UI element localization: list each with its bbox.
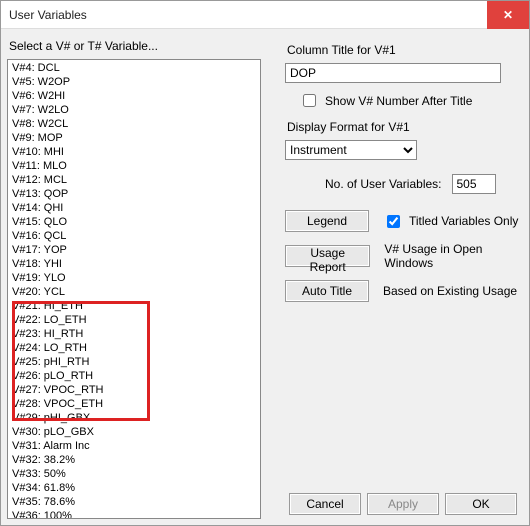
list-item[interactable]: V#14: QHI bbox=[8, 201, 260, 215]
list-item[interactable]: V#23: HI_RTH bbox=[8, 327, 260, 341]
list-item[interactable]: V#36: 100% bbox=[8, 509, 260, 519]
list-item[interactable]: V#12: MCL bbox=[8, 173, 260, 187]
list-item[interactable]: V#19: YLO bbox=[8, 271, 260, 285]
list-item[interactable]: V#28: VPOC_ETH bbox=[8, 397, 260, 411]
list-item[interactable]: V#24: LO_RTH bbox=[8, 341, 260, 355]
right-pane: Column Title for V#1 Show V# Number Afte… bbox=[267, 35, 523, 519]
list-item[interactable]: V#4: DCL bbox=[8, 61, 260, 75]
usage-report-desc: V# Usage in Open Windows bbox=[384, 242, 521, 270]
list-item[interactable]: V#33: 50% bbox=[8, 467, 260, 481]
show-number-label: Show V# Number After Title bbox=[325, 94, 472, 108]
list-item[interactable]: V#20: YCL bbox=[8, 285, 260, 299]
list-item[interactable]: V#18: YHI bbox=[8, 257, 260, 271]
window-title: User Variables bbox=[9, 8, 487, 22]
list-item[interactable]: V#9: MOP bbox=[8, 131, 260, 145]
variable-select-label: Select a V# or T# Variable... bbox=[9, 39, 261, 53]
list-item[interactable]: V#13: QOP bbox=[8, 187, 260, 201]
list-item[interactable]: V#16: QCL bbox=[8, 229, 260, 243]
list-item[interactable]: V#35: 78.6% bbox=[8, 495, 260, 509]
list-item[interactable]: V#5: W2OP bbox=[8, 75, 260, 89]
numvars-input[interactable] bbox=[452, 174, 496, 194]
list-item[interactable]: V#17: YOP bbox=[8, 243, 260, 257]
auto-title-desc: Based on Existing Usage bbox=[383, 284, 517, 298]
numvars-label: No. of User Variables: bbox=[325, 177, 442, 191]
auto-title-button[interactable]: Auto Title bbox=[285, 280, 369, 302]
list-item[interactable]: V#32: 38.2% bbox=[8, 453, 260, 467]
list-item[interactable]: V#27: VPOC_RTH bbox=[8, 383, 260, 397]
close-icon: ✕ bbox=[503, 8, 513, 22]
list-item[interactable]: V#26: pLO_RTH bbox=[8, 369, 260, 383]
list-item[interactable]: V#15: QLO bbox=[8, 215, 260, 229]
list-item[interactable]: V#29: pHI_GBX bbox=[8, 411, 260, 425]
column-title-input[interactable] bbox=[285, 63, 501, 83]
list-item[interactable]: V#31: Alarm Inc bbox=[8, 439, 260, 453]
list-item[interactable]: V#6: W2HI bbox=[8, 89, 260, 103]
content-area: Select a V# or T# Variable... V#4: DCLV#… bbox=[1, 29, 529, 525]
show-number-checkbox[interactable] bbox=[303, 94, 316, 107]
ok-button[interactable]: OK bbox=[445, 493, 517, 515]
titled-only-label: Titled Variables Only bbox=[409, 214, 518, 228]
legend-button[interactable]: Legend bbox=[285, 210, 369, 232]
dialog-buttons: Cancel Apply OK bbox=[289, 493, 517, 515]
column-title-label: Column Title for V#1 bbox=[287, 43, 521, 57]
usage-report-button[interactable]: Usage Report bbox=[285, 245, 370, 267]
list-item[interactable]: V#30: pLO_GBX bbox=[8, 425, 260, 439]
variable-listbox[interactable]: V#4: DCLV#5: W2OPV#6: W2HIV#7: W2LOV#8: … bbox=[7, 59, 261, 519]
titled-only-checkbox[interactable] bbox=[387, 215, 400, 228]
titlebar: User Variables ✕ bbox=[1, 1, 529, 29]
list-item[interactable]: V#34: 61.8% bbox=[8, 481, 260, 495]
list-item[interactable]: V#21: HI_ETH bbox=[8, 299, 260, 313]
list-item[interactable]: V#7: W2LO bbox=[8, 103, 260, 117]
list-item[interactable]: V#25: pHI_RTH bbox=[8, 355, 260, 369]
list-item[interactable]: V#11: MLO bbox=[8, 159, 260, 173]
close-button[interactable]: ✕ bbox=[487, 1, 529, 29]
cancel-button[interactable]: Cancel bbox=[289, 493, 361, 515]
display-format-select[interactable]: Instrument bbox=[285, 140, 417, 160]
list-item[interactable]: V#8: W2CL bbox=[8, 117, 260, 131]
left-pane: Select a V# or T# Variable... V#4: DCLV#… bbox=[7, 35, 267, 519]
display-format-label: Display Format for V#1 bbox=[287, 120, 521, 134]
apply-button[interactable]: Apply bbox=[367, 493, 439, 515]
list-item[interactable]: V#10: MHI bbox=[8, 145, 260, 159]
list-item[interactable]: V#22: LO_ETH bbox=[8, 313, 260, 327]
